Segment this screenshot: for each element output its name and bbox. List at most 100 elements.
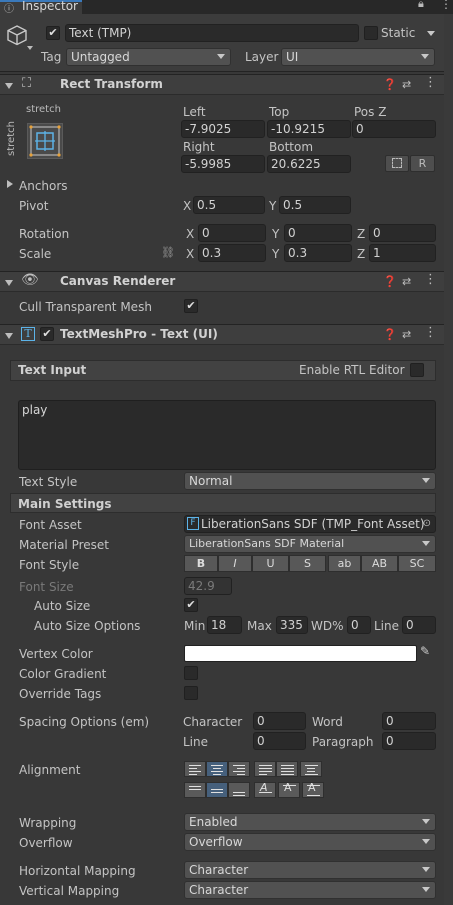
capline-glyph-icon: A (308, 781, 316, 794)
static-label: Static (381, 26, 416, 40)
layer-dropdown[interactable]: UI (281, 48, 435, 66)
tmp-header[interactable]: T ✔ TextMeshPro - Text (UI) ❓ ⇄ ⋮ (0, 324, 453, 345)
wd-field[interactable]: 0 (347, 616, 371, 634)
cull-checkbox[interactable]: ✔ (184, 299, 198, 313)
inspector-tab[interactable]: ⓘ Inspector (0, 0, 82, 15)
vertical-scrollbar[interactable] (444, 14, 453, 905)
constrain-proportions-icon[interactable]: ⛓ (161, 246, 175, 259)
font-style-italic[interactable]: I (218, 555, 252, 572)
bottom-field[interactable]: 20.6225 (267, 155, 351, 173)
font-style-lowercase[interactable]: ab (328, 555, 361, 572)
pivot-y-field[interactable]: 0.5 (279, 196, 351, 214)
rect-transform-title: Rect Transform (60, 77, 163, 91)
font-asset-field[interactable]: F LiberationSans SDF (TMP_Font Asset) ⊙ (184, 515, 436, 533)
help-icon[interactable]: ❓ (383, 78, 397, 92)
component-menu-icon[interactable]: ⋮ (424, 76, 437, 90)
anchor-preset-button[interactable] (27, 123, 63, 159)
align-flush-button[interactable] (276, 761, 298, 777)
align-bottom-button[interactable] (228, 782, 250, 798)
kebab-icon[interactable]: ⋮ (440, 0, 452, 11)
anchors-foldout-icon[interactable] (7, 180, 13, 188)
posz-field[interactable]: 0 (352, 120, 436, 138)
pivot-x-field[interactable]: 0.5 (193, 196, 265, 214)
text-input-area[interactable]: play (18, 400, 436, 470)
font-style-strikethrough[interactable]: S (289, 555, 326, 572)
tag-dropdown[interactable]: Untagged (66, 48, 231, 66)
font-style-bold[interactable]: B (184, 555, 218, 572)
foldout-arrow-icon[interactable] (5, 333, 13, 339)
align-middle-button[interactable] (206, 782, 228, 798)
scale-y-field[interactable]: 0.3 (284, 244, 352, 262)
eyedropper-icon[interactable]: ✎ (420, 644, 430, 658)
align-top-button[interactable] (184, 782, 206, 798)
align-midline-button[interactable]: A (278, 781, 300, 798)
horizontal-mapping-dropdown[interactable]: Character (184, 861, 436, 879)
raw-edit-button[interactable]: R (410, 155, 435, 172)
foldout-arrow-icon[interactable] (5, 280, 13, 286)
rotation-x-field[interactable]: 0 (198, 224, 266, 242)
color-gradient-checkbox[interactable] (184, 666, 198, 680)
chevron-down-icon (422, 541, 430, 546)
font-style-smallcaps[interactable]: SC (398, 555, 436, 572)
character-spacing-field[interactable]: 0 (253, 712, 306, 730)
vertex-color-swatch[interactable] (184, 645, 417, 662)
gameobject-name-field[interactable]: Text (TMP) (65, 24, 359, 42)
vertical-mapping-dropdown[interactable]: Character (184, 881, 436, 899)
align-left-button[interactable] (184, 761, 206, 777)
cube-icon-dropdown[interactable] (27, 46, 33, 50)
text-input-band: Text Input Enable RTL Editor (10, 360, 436, 381)
component-menu-icon[interactable]: ⋮ (424, 273, 437, 287)
static-dropdown-arrow[interactable] (427, 31, 435, 36)
min-field[interactable]: 18 (207, 616, 242, 634)
align-center-button[interactable] (206, 761, 228, 777)
overflow-dropdown[interactable]: Overflow (184, 833, 436, 851)
font-style-uppercase[interactable]: AB (361, 555, 398, 572)
paragraph-spacing-field[interactable]: 0 (382, 732, 436, 750)
right-label: Right (183, 140, 215, 154)
align-geometry-center-button[interactable] (300, 761, 322, 777)
presets-icon[interactable]: ⇄ (402, 78, 411, 92)
word-spacing-field[interactable]: 0 (382, 712, 436, 730)
top-field[interactable]: -10.9215 (267, 120, 351, 138)
object-picker-icon[interactable]: ⊙ (423, 516, 431, 532)
override-tags-checkbox[interactable] (184, 686, 198, 700)
static-checkbox[interactable] (364, 26, 378, 40)
presets-icon[interactable]: ⇄ (402, 275, 411, 289)
rect-transform-icon: ⛶ (22, 76, 32, 91)
anchors-label[interactable]: Anchors (19, 178, 68, 194)
max-field[interactable]: 335 (276, 616, 308, 634)
scale-x-field[interactable]: 0.3 (198, 244, 266, 262)
canvas-renderer-header[interactable]: 👁︎ Canvas Renderer ❓ ⇄ ⋮ (0, 271, 453, 292)
tmp-enabled-checkbox[interactable]: ✔ (40, 327, 54, 341)
rotation-z-label: Z (357, 227, 366, 241)
material-preset-dropdown[interactable]: LiberationSans SDF Material (184, 535, 436, 553)
rotation-z-field[interactable]: 0 (369, 224, 436, 242)
blueprint-mode-button[interactable] (385, 155, 409, 172)
lock-icon[interactable]: 🔒︎ (418, 0, 424, 11)
align-justified-button[interactable] (254, 761, 276, 777)
foldout-arrow-icon[interactable] (5, 83, 13, 89)
rect-transform-header[interactable]: ⛶ Rect Transform ❓ ⇄ ⋮ (0, 74, 453, 95)
component-menu-icon[interactable]: ⋮ (424, 326, 437, 340)
gameobject-active-checkbox[interactable]: ✔ (46, 26, 60, 40)
text-style-value: Normal (189, 474, 233, 488)
presets-icon[interactable]: ⇄ (402, 328, 411, 342)
chevron-down-icon (422, 887, 430, 892)
auto-line-field[interactable]: 0 (402, 616, 436, 634)
right-field[interactable]: -5.9985 (181, 155, 265, 173)
rtl-checkbox[interactable] (410, 363, 424, 377)
line-spacing-field[interactable]: 0 (253, 732, 306, 750)
auto-size-options-label: Auto Size Options (34, 619, 141, 633)
align-baseline-button[interactable]: A (254, 781, 276, 798)
auto-size-checkbox[interactable]: ✔ (184, 598, 198, 612)
text-style-dropdown[interactable]: Normal (184, 472, 436, 490)
rotation-y-field[interactable]: 0 (284, 224, 352, 242)
scale-z-field[interactable]: 1 (369, 244, 436, 262)
help-icon[interactable]: ❓ (383, 328, 397, 342)
font-style-underline[interactable]: U (252, 555, 289, 572)
align-right-button[interactable] (228, 761, 250, 777)
left-field[interactable]: -7.9025 (181, 120, 265, 138)
help-icon[interactable]: ❓ (383, 275, 397, 289)
align-capline-button[interactable]: A (302, 781, 324, 798)
wrapping-dropdown[interactable]: Enabled (184, 813, 436, 831)
